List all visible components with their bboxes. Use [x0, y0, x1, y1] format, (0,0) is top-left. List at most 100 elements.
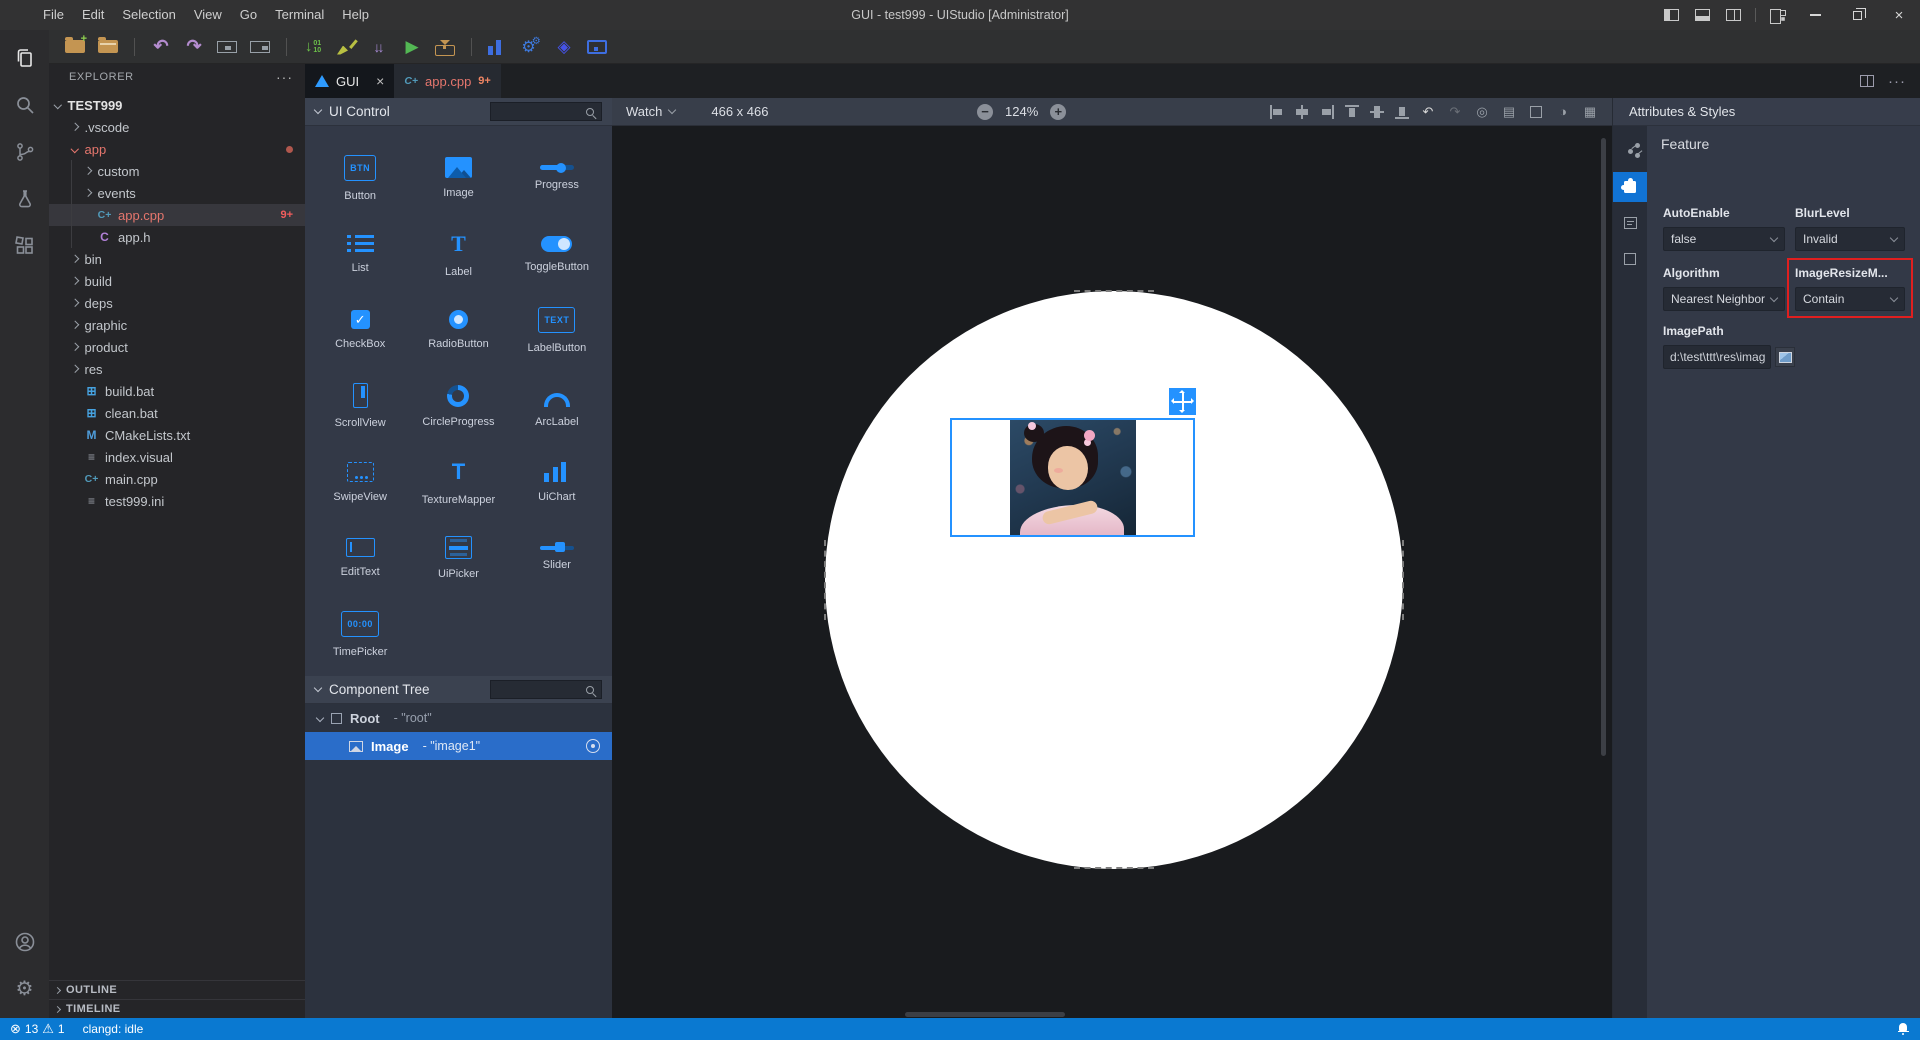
- component-tree-searchbox[interactable]: [490, 680, 602, 699]
- visibility-eye-icon[interactable]: [586, 739, 600, 753]
- menu-edit[interactable]: Edit: [73, 0, 113, 30]
- palette-item-arclabel[interactable]: ArcLabel: [508, 368, 606, 444]
- undo-icon[interactable]: ↶: [151, 35, 171, 59]
- package-icon[interactable]: [435, 45, 455, 56]
- style-square-icon[interactable]: [1613, 244, 1647, 274]
- image-widget-selection[interactable]: [950, 418, 1195, 537]
- problems-indicator[interactable]: ⊗ 13 ⚠ 1: [10, 1021, 65, 1037]
- toggle-sidebar-icon[interactable]: [1664, 9, 1679, 21]
- open-folder-icon[interactable]: [98, 40, 118, 53]
- close-button[interactable]: ×: [1878, 0, 1920, 30]
- image-path-input[interactable]: d:\test\ttt\res\imag: [1663, 345, 1771, 369]
- menu-go[interactable]: Go: [231, 0, 266, 30]
- palette-item-swipeview[interactable]: SwipeView: [311, 444, 409, 520]
- customize-layout-icon[interactable]: [1770, 9, 1786, 22]
- palette-item-togglebutton[interactable]: ToggleButton: [508, 216, 606, 292]
- gears-icon[interactable]: ⚙⚙: [521, 35, 541, 59]
- menu-selection[interactable]: Selection: [113, 0, 184, 30]
- tab-gui[interactable]: GUI×: [305, 64, 394, 98]
- palette-item-slider[interactable]: Slider: [508, 520, 606, 596]
- tree-item-index-visual[interactable]: ≡index.visual: [49, 446, 305, 468]
- palette-item-timepicker[interactable]: 00:00TimePicker: [311, 596, 409, 672]
- minimize-button[interactable]: [1794, 0, 1836, 30]
- menu-help[interactable]: Help: [333, 0, 378, 30]
- menu-terminal[interactable]: Terminal: [266, 0, 333, 30]
- algorithm-dropdown[interactable]: Nearest Neighbor: [1663, 287, 1785, 311]
- palette-item-circleprogress[interactable]: CircleProgress: [409, 368, 507, 444]
- palette-item-uichart[interactable]: UiChart: [508, 444, 606, 520]
- outline-section[interactable]: OUTLINE: [49, 980, 305, 999]
- explorer-more-actions-icon[interactable]: ···: [276, 69, 293, 85]
- redo-icon[interactable]: ↷: [1447, 104, 1463, 120]
- align-bottom-icon[interactable]: [1395, 105, 1409, 119]
- pin-icon[interactable]: ◎: [1474, 104, 1490, 120]
- tree-item-cmakelists-txt[interactable]: MCMakeLists.txt: [49, 424, 305, 446]
- swatch-icon[interactable]: ▤: [1501, 104, 1517, 120]
- close-tab-icon[interactable]: ×: [376, 73, 384, 89]
- image-resize-mode-dropdown[interactable]: Contain: [1795, 287, 1905, 311]
- palette-item-checkbox[interactable]: ✓CheckBox: [311, 292, 409, 368]
- activity-tests-icon[interactable]: [0, 175, 49, 222]
- notifications-bell-icon[interactable]: [1896, 1022, 1910, 1036]
- palette-item-edittext[interactable]: EditText: [311, 520, 409, 596]
- undo-icon[interactable]: ↶: [1420, 104, 1436, 120]
- watch-dropdown[interactable]: Watch: [626, 104, 675, 119]
- share-icon[interactable]: [1613, 136, 1647, 166]
- component-tree-item-root[interactable]: Root- "root": [305, 704, 612, 732]
- redo-icon[interactable]: ↷: [184, 35, 204, 59]
- activity-account-icon[interactable]: [0, 918, 49, 965]
- align-left-icon[interactable]: [1270, 105, 1284, 119]
- canvas-vertical-scrollbar[interactable]: [1601, 138, 1606, 756]
- tree-item-clean-bat[interactable]: ⊞clean.bat: [49, 402, 305, 424]
- component-tree-search-input[interactable]: [491, 684, 586, 696]
- tree-item-custom[interactable]: custom: [49, 160, 305, 182]
- blur-level-dropdown[interactable]: Invalid: [1795, 227, 1905, 251]
- toggle-split-icon[interactable]: [1726, 9, 1741, 21]
- canvas-horizontal-scrollbar[interactable]: [905, 1012, 1065, 1017]
- grid-icon[interactable]: ▦: [1582, 104, 1598, 120]
- clangd-status[interactable]: clangd: idle: [83, 1022, 144, 1036]
- design-canvas[interactable]: [612, 126, 1612, 1018]
- menu-view[interactable]: View: [185, 0, 231, 30]
- palette-item-uipicker[interactable]: UiPicker: [409, 520, 507, 596]
- root-widget-circle[interactable]: [825, 291, 1403, 869]
- palette-item-label[interactable]: TLabel: [409, 216, 507, 292]
- stats-icon[interactable]: [488, 39, 508, 55]
- sort-lines-icon[interactable]: ↓0110: [303, 35, 323, 59]
- palette-item-progress[interactable]: Progress: [508, 140, 606, 216]
- palette-item-image[interactable]: Image: [409, 140, 507, 216]
- split-editor-icon[interactable]: [1860, 75, 1874, 87]
- tree-item-graphic[interactable]: graphic: [49, 314, 305, 336]
- dock-left-icon[interactable]: [217, 41, 237, 53]
- menu-file[interactable]: File: [34, 0, 73, 30]
- ui-control-search-input[interactable]: [491, 106, 586, 118]
- clean-icon[interactable]: [336, 38, 356, 56]
- properties-note-icon[interactable]: [1613, 208, 1647, 238]
- move-handle[interactable]: [1169, 388, 1196, 415]
- auto-enable-dropdown[interactable]: false: [1663, 227, 1785, 251]
- pipeline-icon[interactable]: ↓↓: [369, 35, 389, 59]
- activity-settings-icon[interactable]: ⚙: [0, 965, 49, 1012]
- tree-item-build-bat[interactable]: ⊞build.bat: [49, 380, 305, 402]
- align-middle-icon[interactable]: [1370, 105, 1384, 119]
- tab-app-cpp[interactable]: C+app.cpp9+: [394, 64, 501, 98]
- tree-item-product[interactable]: product: [49, 336, 305, 358]
- contrast-icon[interactable]: ◑: [1555, 104, 1571, 120]
- align-top-icon[interactable]: [1345, 105, 1359, 119]
- tree-item-root[interactable]: TEST999: [49, 94, 305, 116]
- component-tree-item-image[interactable]: Image- "image1": [305, 732, 612, 760]
- restore-button[interactable]: [1836, 0, 1878, 30]
- tree-item-events[interactable]: events: [49, 182, 305, 204]
- tree-item-test999-ini[interactable]: ≡test999.ini: [49, 490, 305, 512]
- palette-item-texturemapper[interactable]: TTextureMapper: [409, 444, 507, 520]
- tree-item-bin[interactable]: bin: [49, 248, 305, 270]
- tree-item-app-h[interactable]: Capp.h: [49, 226, 305, 248]
- component-tree-header[interactable]: Component Tree: [305, 676, 612, 704]
- image-picker-button[interactable]: [1775, 347, 1795, 367]
- activity-search-icon[interactable]: [0, 81, 49, 128]
- ui-control-searchbox[interactable]: [490, 102, 602, 121]
- palette-item-list[interactable]: List: [311, 216, 409, 292]
- new-folder-icon[interactable]: [65, 40, 85, 53]
- tree-item-res[interactable]: res: [49, 358, 305, 380]
- toggle-panel-icon[interactable]: [1695, 9, 1710, 21]
